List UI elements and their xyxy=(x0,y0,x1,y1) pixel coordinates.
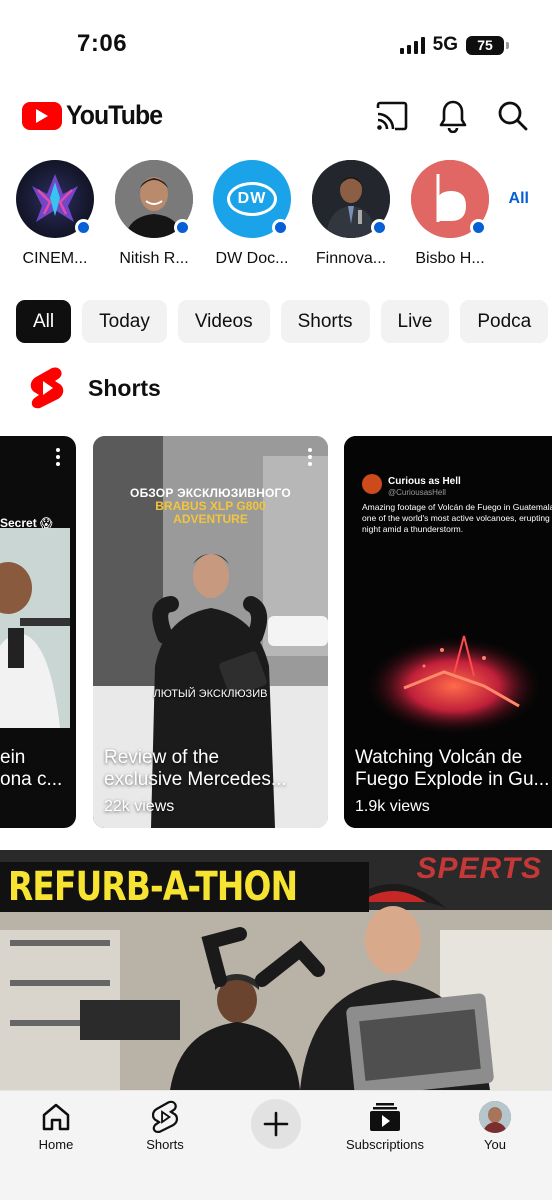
status-indicators: 5G 75 xyxy=(399,34,509,56)
new-content-dot xyxy=(371,219,388,236)
banner-text: SPERTS xyxy=(416,852,542,885)
short-overlay-subtitle: BRABUS XLP G800 ADVENTURE xyxy=(155,499,266,526)
tweet-name: Curious as Hell xyxy=(388,476,461,487)
video-thumbnail[interactable]: SPERTS REFURB-A-THON xyxy=(0,850,552,1090)
subscriptions-row: CINEM... Nitish R... DW DW Doc... Finnov… xyxy=(0,160,552,275)
battery-level: 75 xyxy=(477,37,493,53)
channel-name: CINEM... xyxy=(22,250,88,267)
new-content-dot xyxy=(174,219,191,236)
plus-icon xyxy=(263,1111,289,1137)
shorts-section-header: Shorts xyxy=(28,366,161,410)
chip-live[interactable]: Live xyxy=(380,300,450,343)
app-header: YouTube xyxy=(0,96,552,140)
subscriptions-icon xyxy=(330,1099,440,1135)
youtube-play-icon xyxy=(22,101,62,130)
thumbnail-title-text: REFURB-A-THON xyxy=(8,864,298,910)
nav-label: Shorts xyxy=(146,1137,184,1152)
channel-name: Bisbo H... xyxy=(415,250,485,267)
short-title: ein ona c... xyxy=(0,747,76,791)
chip-today[interactable]: Today xyxy=(82,300,167,343)
short-title-line: Watching Volcán de xyxy=(355,747,523,768)
nav-shorts[interactable]: Shorts xyxy=(110,1099,220,1152)
dw-logo: DW xyxy=(227,182,277,216)
signal-icon xyxy=(399,36,425,54)
short-views: 22k views xyxy=(104,798,175,815)
new-content-dot xyxy=(75,219,92,236)
short-views: 1.9k views xyxy=(355,798,430,815)
chip-videos[interactable]: Videos xyxy=(177,300,270,343)
status-bar: 7:06 5G 75 xyxy=(0,0,552,90)
nav-label: You xyxy=(484,1137,506,1152)
bottom-navigation: Home Shorts Subscriptions You xyxy=(0,1090,552,1200)
shorts-section-title: Shorts xyxy=(88,374,161,401)
subscription-channel[interactable]: Nitish R... xyxy=(110,160,198,268)
channel-name: Finnova... xyxy=(315,250,387,267)
short-title-line: Fuego Explode in Gu... xyxy=(355,769,550,790)
short-overlay-text: Secret 😱 xyxy=(0,516,53,530)
home-icon xyxy=(1,1099,111,1135)
new-content-dot xyxy=(272,219,289,236)
subscription-channel[interactable]: DW DW Doc... xyxy=(208,160,296,268)
subscription-channel[interactable]: Bisbo H... xyxy=(406,160,494,268)
channel-name: DW Doc... xyxy=(215,250,289,267)
nav-home[interactable]: Home xyxy=(1,1099,111,1152)
short-card[interactable]: Curious as Hell @CuriousasHell Amazing f… xyxy=(344,436,552,828)
user-avatar xyxy=(479,1101,511,1133)
short-title-line: ona c... xyxy=(0,769,63,790)
new-content-dot xyxy=(470,219,487,236)
chip-all[interactable]: All xyxy=(16,300,72,343)
app-name: YouTube xyxy=(66,100,163,130)
short-title-line: ein xyxy=(0,747,26,768)
more-options-icon[interactable] xyxy=(308,448,314,466)
tweet-text: Amazing footage of Volcán de Fuego in Gu… xyxy=(362,502,552,534)
cast-icon[interactable] xyxy=(374,98,410,134)
short-title-line: Review of the xyxy=(104,747,220,768)
search-icon[interactable] xyxy=(495,98,531,134)
subscription-channel[interactable]: Finnova... xyxy=(307,160,395,268)
create-button[interactable] xyxy=(251,1099,301,1149)
short-title: Review of the exclusive Mercedes... xyxy=(104,747,324,791)
shorts-icon xyxy=(110,1099,220,1135)
youtube-logo[interactable]: YouTube xyxy=(22,100,170,131)
notifications-bell-icon[interactable] xyxy=(435,98,471,134)
nav-you[interactable]: You xyxy=(440,1099,550,1152)
battery-icon: 75 xyxy=(466,35,509,55)
thumbnail-title-banner: REFURB-A-THON xyxy=(0,862,369,912)
short-thumbnail xyxy=(0,528,70,728)
chip-podcasts[interactable]: Podca xyxy=(460,300,549,343)
nav-subscriptions[interactable]: Subscriptions xyxy=(330,1099,440,1152)
short-card[interactable]: Secret 😱 ein ona c... xyxy=(0,436,76,828)
tweet-avatar xyxy=(362,474,382,494)
short-title-line: exclusive Mercedes... xyxy=(104,769,287,790)
short-overlay-title: ОБЗОР ЭКСКЛЮЗИВНОГО xyxy=(130,486,291,500)
short-caption: ЛЮТЫЙ ЭКСКЛЮЗИВ xyxy=(153,688,268,700)
nav-label: Subscriptions xyxy=(345,1137,425,1152)
network-type: 5G xyxy=(432,34,458,55)
channel-name: Nitish R... xyxy=(119,250,189,267)
all-subscriptions-link[interactable]: All xyxy=(509,190,529,208)
shorts-logo-icon xyxy=(30,367,64,409)
chip-shorts[interactable]: Shorts xyxy=(280,300,370,343)
status-time: 7:06 xyxy=(77,30,128,57)
more-options-icon[interactable] xyxy=(56,448,62,466)
tweet-handle: @CuriousasHell xyxy=(388,488,446,497)
short-card[interactable]: ОБЗОР ЭКСКЛЮЗИВНОГО BRABUS XLP G800 ADVE… xyxy=(93,436,328,828)
nav-label: Home xyxy=(38,1137,74,1152)
subscription-channel[interactable]: CINEM... xyxy=(11,160,99,268)
filter-chips: All Today Videos Shorts Live Podca xyxy=(16,300,549,344)
short-title: Watching Volcán de Fuego Explode in Gu..… xyxy=(355,747,552,791)
